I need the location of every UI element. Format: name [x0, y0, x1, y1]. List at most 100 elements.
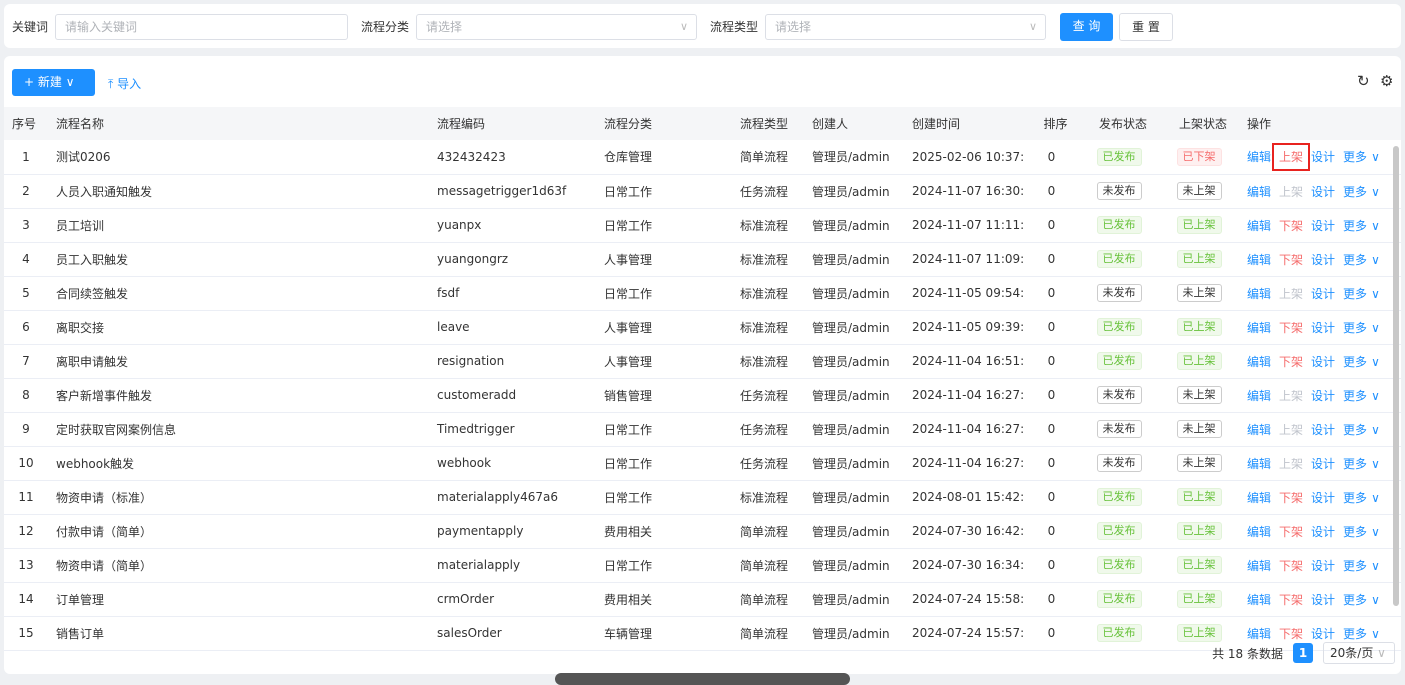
- more-link[interactable]: 更多: [1343, 457, 1367, 471]
- publish-status-badge: 已发布: [1096, 624, 1142, 642]
- edit-link[interactable]: 编辑: [1247, 627, 1271, 641]
- design-link[interactable]: 设计: [1311, 150, 1335, 164]
- chevron-down-icon[interactable]: ∨: [1371, 287, 1380, 301]
- design-link[interactable]: 设计: [1311, 525, 1335, 539]
- edit-link[interactable]: 编辑: [1247, 525, 1271, 539]
- shelf-toggle-link[interactable]: 上架: [1279, 423, 1303, 437]
- chevron-down-icon[interactable]: ∨: [1371, 457, 1380, 471]
- refresh-icon[interactable]: ↻: [1357, 72, 1370, 90]
- page-1[interactable]: 1: [1293, 643, 1313, 663]
- more-link[interactable]: 更多: [1343, 219, 1367, 233]
- chevron-down-icon[interactable]: ∨: [1371, 423, 1380, 437]
- chevron-down-icon[interactable]: ∨: [1371, 321, 1380, 335]
- design-link[interactable]: 设计: [1311, 219, 1335, 233]
- more-link[interactable]: 更多: [1343, 253, 1367, 267]
- more-link[interactable]: 更多: [1343, 389, 1367, 403]
- shelf-toggle-link[interactable]: 下架: [1279, 253, 1303, 267]
- table-row: 6 离职交接 leave 人事管理 标准流程 管理员/admin 2024-11-05 09…: [4, 310, 1401, 345]
- edit-link[interactable]: 编辑: [1247, 491, 1271, 505]
- shelf-toggle-link[interactable]: 下架: [1279, 559, 1303, 573]
- shelf-toggle-link[interactable]: 上架: [1272, 143, 1311, 172]
- cell: 已发布: [1079, 140, 1159, 175]
- edit-link[interactable]: 编辑: [1247, 287, 1271, 301]
- more-link[interactable]: 更多: [1343, 287, 1367, 301]
- new-button[interactable]: + 新建 ∨: [12, 69, 95, 96]
- shelf-toggle-link[interactable]: 下架: [1279, 627, 1303, 641]
- cell: paymentapply: [429, 514, 596, 549]
- edit-link[interactable]: 编辑: [1247, 321, 1271, 335]
- plus-icon: +: [24, 75, 38, 89]
- design-link[interactable]: 设计: [1311, 457, 1335, 471]
- more-link[interactable]: 更多: [1343, 559, 1367, 573]
- shelf-toggle-link[interactable]: 下架: [1279, 593, 1303, 607]
- shelf-status-badge: 已下架: [1176, 147, 1222, 166]
- cell: 0: [1024, 378, 1079, 413]
- design-link[interactable]: 设计: [1311, 491, 1335, 505]
- shelf-toggle-link[interactable]: 上架: [1279, 457, 1303, 471]
- more-link[interactable]: 更多: [1343, 355, 1367, 369]
- edit-link[interactable]: 编辑: [1247, 150, 1271, 164]
- design-link[interactable]: 设计: [1311, 423, 1335, 437]
- shelf-toggle-link[interactable]: 下架: [1279, 219, 1303, 233]
- shelf-toggle-link[interactable]: 上架: [1279, 185, 1303, 199]
- design-link[interactable]: 设计: [1311, 287, 1335, 301]
- edit-link[interactable]: 编辑: [1247, 219, 1271, 233]
- more-link[interactable]: 更多: [1343, 150, 1367, 164]
- shelf-toggle-link[interactable]: 上架: [1279, 389, 1303, 403]
- chevron-down-icon[interactable]: ∨: [1371, 491, 1380, 505]
- design-link[interactable]: 设计: [1311, 593, 1335, 607]
- design-link[interactable]: 设计: [1311, 389, 1335, 403]
- edit-link[interactable]: 编辑: [1247, 423, 1271, 437]
- chevron-down-icon[interactable]: ∨: [1371, 627, 1380, 641]
- shelf-toggle-link[interactable]: 上架: [1279, 287, 1303, 301]
- chevron-down-icon[interactable]: ∨: [1371, 219, 1380, 233]
- reset-button[interactable]: 重 置: [1119, 13, 1173, 41]
- chevron-down-icon[interactable]: ∨: [1371, 150, 1380, 164]
- design-link[interactable]: 设计: [1311, 559, 1335, 573]
- design-link[interactable]: 设计: [1311, 185, 1335, 199]
- chevron-down-icon[interactable]: ∨: [1371, 559, 1380, 573]
- type-select[interactable]: 请选择 ∨: [765, 14, 1046, 40]
- query-button[interactable]: 查 询: [1060, 13, 1113, 41]
- chevron-down-icon[interactable]: ∨: [1371, 185, 1380, 199]
- chevron-down-icon[interactable]: ∨: [1371, 525, 1380, 539]
- edit-link[interactable]: 编辑: [1247, 559, 1271, 573]
- edit-link[interactable]: 编辑: [1247, 253, 1271, 267]
- edit-link[interactable]: 编辑: [1247, 185, 1271, 199]
- more-link[interactable]: 更多: [1343, 423, 1367, 437]
- cell: 未上架: [1159, 446, 1239, 481]
- more-link[interactable]: 更多: [1343, 185, 1367, 199]
- design-link[interactable]: 设计: [1311, 627, 1335, 641]
- import-button[interactable]: ⤒ 导入: [108, 75, 141, 92]
- chevron-down-icon[interactable]: ∨: [1371, 253, 1380, 267]
- more-link[interactable]: 更多: [1343, 321, 1367, 335]
- design-link[interactable]: 设计: [1311, 321, 1335, 335]
- more-link[interactable]: 更多: [1343, 525, 1367, 539]
- chevron-down-icon[interactable]: ∨: [1371, 355, 1380, 369]
- edit-link[interactable]: 编辑: [1247, 389, 1271, 403]
- chevron-down-icon[interactable]: ∨: [1371, 593, 1380, 607]
- cell: 编辑 上架 设计 更多 ∨: [1239, 446, 1401, 481]
- shelf-toggle-link[interactable]: 下架: [1279, 491, 1303, 505]
- cell: 2024-07-24 15:57:29: [904, 616, 1024, 651]
- scrollbar[interactable]: [1393, 146, 1399, 606]
- design-link[interactable]: 设计: [1311, 355, 1335, 369]
- page-size-select[interactable]: 20条/页 ∨: [1323, 642, 1395, 664]
- shelf-toggle-link[interactable]: 下架: [1279, 525, 1303, 539]
- edit-link[interactable]: 编辑: [1247, 457, 1271, 471]
- more-link[interactable]: 更多: [1343, 627, 1367, 641]
- cell: 已发布: [1079, 344, 1159, 379]
- shelf-toggle-link[interactable]: 下架: [1279, 321, 1303, 335]
- edit-link[interactable]: 编辑: [1247, 355, 1271, 369]
- more-link[interactable]: 更多: [1343, 593, 1367, 607]
- more-link[interactable]: 更多: [1343, 491, 1367, 505]
- gear-icon[interactable]: ⚙: [1380, 72, 1393, 90]
- shelf-toggle-link[interactable]: 下架: [1279, 355, 1303, 369]
- keyword-input[interactable]: 请输入关键词: [55, 14, 348, 40]
- design-link[interactable]: 设计: [1311, 253, 1335, 267]
- cell: 管理员/admin: [804, 242, 904, 277]
- category-select[interactable]: 请选择 ∨: [416, 14, 697, 40]
- cell: 离职申请触发: [48, 344, 429, 379]
- edit-link[interactable]: 编辑: [1247, 593, 1271, 607]
- chevron-down-icon[interactable]: ∨: [1371, 389, 1380, 403]
